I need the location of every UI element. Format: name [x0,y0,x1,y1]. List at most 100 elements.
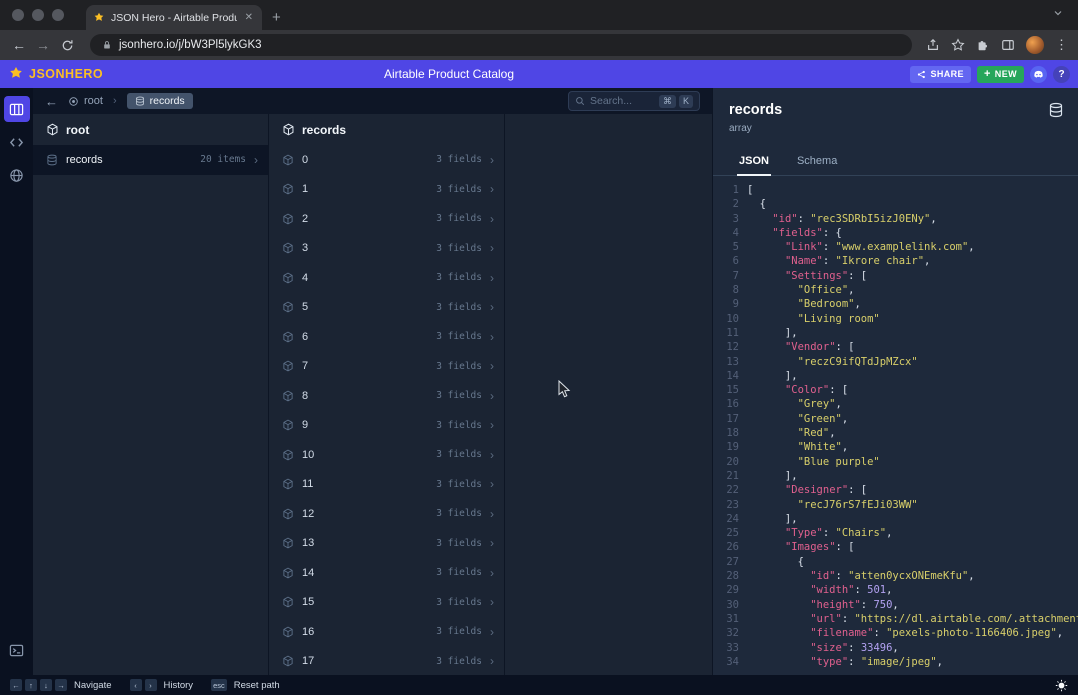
line-number: 26 [713,540,739,554]
list-item-17[interactable]: 173 fields› [269,647,504,676]
browser-tab[interactable]: JSON Hero - Airtable Product C ✕ [86,5,262,30]
chevron-right-icon: › [490,153,494,167]
breadcrumb-records-badge[interactable]: records [127,93,193,109]
tab-json[interactable]: JSON [737,149,771,176]
column-view-button[interactable] [4,96,30,122]
item-label: 0 [302,154,428,166]
url-text: jsonhero.io/j/bW3Pl5lykGK3 [119,39,262,51]
list-item-11[interactable]: 113 fields› [269,470,504,500]
cube-icon [282,360,294,372]
search-box[interactable]: ⌘K [568,91,700,111]
terminal-button[interactable] [4,637,30,663]
list-item-8[interactable]: 83 fields› [269,381,504,411]
list-item-13[interactable]: 133 fields› [269,529,504,559]
columns-icon [9,102,24,117]
line-number: 32 [713,626,739,640]
json-code-view: 1[2 {3 "id": "rec3SDRbI5izJ0ENy",4 "fiel… [713,176,1078,675]
share-button[interactable]: SHARE [910,66,971,83]
chevron-right-icon: › [490,241,494,255]
minimize-button[interactable] [32,9,44,21]
list-item-12[interactable]: 123 fields› [269,499,504,529]
line-number: 19 [713,440,739,454]
database-icon [135,96,145,106]
side-panel-button[interactable] [1001,38,1015,52]
list-item-9[interactable]: 93 fields› [269,411,504,441]
reload-button[interactable] [58,39,76,52]
code-line: 20 "Blue purple" [713,455,1078,469]
item-meta: 3 fields [436,243,482,254]
code-line: 9 "Bedroom", [713,297,1078,311]
close-button[interactable] [12,9,24,21]
discord-button[interactable] [1030,66,1047,83]
key-badge: → [55,679,67,691]
cube-icon [282,331,294,343]
bookmark-star-button[interactable] [951,38,965,52]
breadcrumb-root[interactable]: root [68,95,103,107]
line-number: 7 [713,269,739,283]
tab-close-icon[interactable]: ✕ [243,12,255,23]
extensions-puzzle-button[interactable] [976,38,990,52]
column-title: root [66,123,89,137]
list-item-records[interactable]: records20 items› [33,145,268,175]
key-badge: ↓ [40,679,52,691]
zoom-button[interactable] [52,9,64,21]
jsonhero-logo[interactable]: JSONHERO [8,66,103,82]
list-item-2[interactable]: 23 fields› [269,204,504,234]
browser-toolbar: ← → jsonhero.io/j/bW3Pl5lykGK3 ⋮ [0,30,1078,60]
list-item-16[interactable]: 163 fields› [269,617,504,647]
item-meta: 3 fields [436,361,482,372]
browser-menu-button[interactable]: ⋮ [1055,37,1068,53]
item-meta: 3 fields [436,302,482,313]
line-number: 27 [713,555,739,569]
tab-search-chevron-icon[interactable] [1052,6,1064,24]
search-input[interactable] [590,95,654,107]
list-item-7[interactable]: 73 fields› [269,352,504,382]
new-button[interactable]: + NEW [977,66,1024,83]
tab-schema[interactable]: Schema [795,149,839,175]
cube-icon [282,419,294,431]
key-badge: ‹ [130,679,142,691]
breadcrumb-back-button[interactable]: ← [45,94,58,109]
line-number: 23 [713,498,739,512]
status-bar: ←↑↓→Navigate‹›HistoryescReset path [0,675,1078,695]
cube-icon [282,154,294,166]
share-page-button[interactable] [926,38,940,52]
list-item-10[interactable]: 103 fields› [269,440,504,470]
code-line: 7 "Settings": [ [713,269,1078,283]
code-line: 8 "Office", [713,283,1078,297]
root-icon [68,96,79,107]
json-editor-button[interactable] [4,129,30,155]
cube-icon [282,508,294,520]
chevron-right-icon: › [490,389,494,403]
list-item-15[interactable]: 153 fields› [269,588,504,618]
list-item-14[interactable]: 143 fields› [269,558,504,588]
profile-avatar[interactable] [1026,36,1044,54]
code-line: 30 "height": 750, [713,598,1078,612]
item-label: 5 [302,301,428,313]
new-tab-button[interactable]: + [272,9,281,26]
related-values-button[interactable] [4,162,30,188]
help-button[interactable]: ? [1053,66,1070,83]
column-records: records 03 fields›13 fields›23 fields›33… [269,114,505,675]
line-number: 21 [713,469,739,483]
forward-button[interactable]: → [34,37,52,53]
statusbar-hint: escReset path [211,679,280,691]
list-item-6[interactable]: 63 fields› [269,322,504,352]
line-number: 20 [713,455,739,469]
item-meta: 3 fields [436,154,482,165]
list-item-1[interactable]: 13 fields› [269,175,504,205]
cube-icon [282,390,294,402]
list-item-0[interactable]: 0 3 fields › [269,145,504,175]
list-item-4[interactable]: 43 fields› [269,263,504,293]
line-number: 30 [713,598,739,612]
line-number: 24 [713,512,739,526]
toolbar-icons: ⋮ [926,36,1068,54]
list-item-5[interactable]: 53 fields› [269,293,504,323]
back-button[interactable]: ← [10,37,28,53]
list-item-3[interactable]: 33 fields› [269,234,504,264]
theme-toggle-button[interactable] [1055,679,1068,692]
terminal-icon [9,643,24,658]
address-bar[interactable]: jsonhero.io/j/bW3Pl5lykGK3 [90,34,912,56]
key-badge: esc [211,679,227,691]
sun-icon [1055,679,1068,692]
